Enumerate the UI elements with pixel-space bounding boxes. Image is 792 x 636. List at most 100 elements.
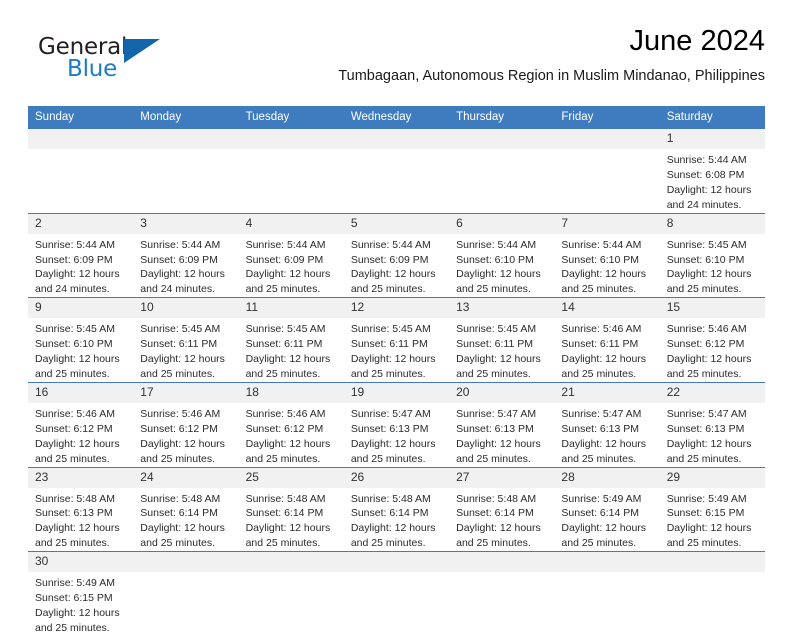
sunset-text: Sunset: 6:13 PM [456,422,534,435]
calendar-day-cell[interactable]: 25 Sunrise: 5:48 AM Sunset: 6:14 PM Dayligh… [238,466,344,552]
calendar-day-cell[interactable]: 28 Sunrise: 5:49 AM Sunset: 6:14 PM Dayligh… [554,466,660,552]
calendar-day-cell-empty [343,128,450,214]
daylight-text-line1: Daylight: 12 hours [561,353,647,366]
calendar-day-cell[interactable]: 30 Sunrise: 5:49 AM Sunset: 6:15 PM Dayligh… [28,551,134,636]
daylight-text-line2: and 25 minutes. [35,621,110,634]
day-number: 1 [659,129,765,149]
weekday-header-wednesday: Wednesday [343,106,450,129]
general-blue-logo[interactable]: General Blue [38,36,168,92]
calendar-day-cell[interactable]: 24 Sunrise: 5:48 AM Sunset: 6:14 PM Dayligh… [133,466,239,552]
sunset-text: Sunset: 6:10 PM [561,253,640,266]
calendar-day-cell[interactable]: 9 Sunrise: 5:45 AM Sunset: 6:10 PM Daylight… [28,297,134,383]
day-number: 26 [343,467,450,488]
day-details: Sunrise: 5:44 AM Sunset: 6:09 PM Daylight:… [133,234,238,298]
day-number: 8 [659,214,765,234]
calendar-day-cell[interactable]: 23 Sunrise: 5:48 AM Sunset: 6:13 PM Dayligh… [28,466,134,552]
calendar-day-cell[interactable]: 1 Sunrise: 5:44 AM Sunset: 6:08 PM Daylight… [659,128,765,214]
day-number [554,129,660,149]
day-number: 17 [133,383,239,403]
sunset-text: Sunset: 6:12 PM [245,422,324,435]
calendar-day-cell[interactable]: 14 Sunrise: 5:46 AM Sunset: 6:11 PM Dayligh… [554,297,660,383]
day-details: Sunrise: 5:45 AM Sunset: 6:10 PM Daylight:… [660,234,765,298]
sunrise-text: Sunrise: 5:48 AM [245,492,326,505]
calendar-day-cell[interactable]: 16 Sunrise: 5:46 AM Sunset: 6:12 PM Dayligh… [28,381,134,467]
page-title: June 2024 [629,25,765,57]
daylight-text-line2: and 25 minutes. [561,537,637,550]
calendar-day-cell[interactable]: 12 Sunrise: 5:45 AM Sunset: 6:11 PM Dayligh… [343,297,450,383]
sunrise-text: Sunrise: 5:44 AM [140,238,221,251]
day-number [133,129,239,149]
calendar-day-cell[interactable]: 2 Sunrise: 5:44 AM Sunset: 6:09 PM Daylight… [28,212,134,298]
day-number: 23 [28,467,134,488]
day-details: Sunrise: 5:47 AM Sunset: 6:13 PM Daylight:… [449,403,554,467]
calendar-day-cell[interactable]: 3 Sunrise: 5:44 AM Sunset: 6:09 PM Daylight… [133,212,239,298]
day-number [449,129,555,149]
daylight-text-line1: Daylight: 12 hours [666,183,752,196]
calendar-day-cell[interactable]: 15 Sunrise: 5:46 AM Sunset: 6:12 PM Dayligh… [659,297,765,383]
sunrise-text: Sunrise: 5:47 AM [561,407,642,420]
day-details: Sunrise: 5:48 AM Sunset: 6:14 PM Daylight:… [133,488,238,552]
sunrise-text: Sunrise: 5:44 AM [456,238,537,251]
daylight-text-line2: and 25 minutes. [666,452,742,465]
calendar-day-cell[interactable]: 29 Sunrise: 5:49 AM Sunset: 6:15 PM Dayligh… [659,466,765,552]
day-number: 6 [449,214,555,234]
calendar-day-cell[interactable]: 11 Sunrise: 5:45 AM Sunset: 6:11 PM Dayligh… [238,297,344,383]
sunset-text: Sunset: 6:08 PM [666,168,745,181]
daylight-text-line2: and 25 minutes. [140,452,215,465]
calendar-week-row: 9 Sunrise: 5:45 AM Sunset: 6:10 PM Daylight… [28,297,765,383]
calendar-week-row: 30 Sunrise: 5:49 AM Sunset: 6:15 PM Dayligh… [28,551,765,636]
daylight-text-line1: Daylight: 12 hours [245,353,331,366]
day-number: 14 [554,298,660,319]
calendar-week-row: 23 Sunrise: 5:48 AM Sunset: 6:13 PM Dayligh… [28,466,765,552]
calendar-day-cell[interactable]: 5 Sunrise: 5:44 AM Sunset: 6:09 PM Daylight… [343,212,450,298]
day-details: Sunrise: 5:45 AM Sunset: 6:11 PM Daylight:… [133,318,238,382]
calendar-day-cell[interactable]: 22 Sunrise: 5:47 AM Sunset: 6:13 PM Dayligh… [659,381,765,467]
daylight-text-line2: and 25 minutes. [456,367,531,380]
day-number: 19 [343,383,450,403]
day-number: 15 [659,298,765,319]
calendar-day-cell[interactable]: 20 Sunrise: 5:47 AM Sunset: 6:13 PM Dayligh… [449,381,555,467]
sunset-text: Sunset: 6:12 PM [35,422,113,435]
calendar-day-cell[interactable]: 10 Sunrise: 5:45 AM Sunset: 6:11 PM Dayligh… [133,297,239,383]
calendar-body: 1 Sunrise: 5:44 AM Sunset: 6:08 PM Daylight… [28,128,765,636]
calendar-day-cell-empty [449,551,555,636]
day-number: 11 [238,298,344,319]
calendar-day-cell-empty [659,551,765,636]
calendar-day-cell[interactable]: 7 Sunrise: 5:44 AM Sunset: 6:10 PM Daylight… [554,212,660,298]
calendar-day-cell[interactable]: 17 Sunrise: 5:46 AM Sunset: 6:12 PM Dayligh… [133,381,239,467]
logo-text-blue: Blue [67,56,118,82]
sunrise-text: Sunrise: 5:44 AM [561,238,642,251]
daylight-text-line1: Daylight: 12 hours [35,606,120,619]
daylight-text-line2: and 25 minutes. [245,452,321,465]
sunset-text: Sunset: 6:12 PM [666,338,745,351]
calendar-day-cell[interactable]: 18 Sunrise: 5:46 AM Sunset: 6:12 PM Dayligh… [238,381,344,467]
calendar-day-cell[interactable]: 21 Sunrise: 5:47 AM Sunset: 6:13 PM Dayligh… [554,381,660,467]
day-number: 29 [659,467,765,488]
calendar-week-row: 1 Sunrise: 5:44 AM Sunset: 6:08 PM Daylight… [28,128,765,214]
calendar-day-cell[interactable]: 13 Sunrise: 5:45 AM Sunset: 6:11 PM Dayligh… [449,297,555,383]
day-details: Sunrise: 5:45 AM Sunset: 6:11 PM Daylight:… [344,318,449,382]
day-number [28,129,134,149]
calendar-day-cell[interactable]: 19 Sunrise: 5:47 AM Sunset: 6:13 PM Dayligh… [343,381,450,467]
calendar-day-cell[interactable]: 8 Sunrise: 5:45 AM Sunset: 6:10 PM Daylight… [659,212,765,298]
day-number: 5 [343,214,450,234]
daylight-text-line1: Daylight: 12 hours [140,522,225,535]
calendar-day-cell[interactable]: 26 Sunrise: 5:48 AM Sunset: 6:14 PM Dayligh… [343,466,450,552]
day-details: Sunrise: 5:44 AM Sunset: 6:09 PM Daylight:… [344,234,449,298]
daylight-text-line1: Daylight: 12 hours [456,353,541,366]
sunset-text: Sunset: 6:11 PM [245,338,323,351]
day-number [238,129,344,149]
calendar-day-cell-empty [28,128,134,214]
daylight-text-line2: and 25 minutes. [140,367,215,380]
daylight-text-line1: Daylight: 12 hours [456,522,541,535]
calendar-day-cell-empty [238,128,344,214]
calendar-day-cell[interactable]: 27 Sunrise: 5:48 AM Sunset: 6:14 PM Dayligh… [449,466,555,552]
calendar-day-cell[interactable]: 6 Sunrise: 5:44 AM Sunset: 6:10 PM Daylight… [449,212,555,298]
daylight-text-line1: Daylight: 12 hours [456,268,541,281]
calendar-header-row: Sunday Monday Tuesday Wednesday Thursday… [28,106,765,129]
daylight-text-line2: and 25 minutes. [35,452,110,465]
sunset-text: Sunset: 6:09 PM [350,253,429,266]
calendar-day-cell[interactable]: 4 Sunrise: 5:44 AM Sunset: 6:09 PM Daylight… [238,212,344,298]
day-number: 28 [554,467,660,488]
daylight-text-line2: and 25 minutes. [561,452,637,465]
